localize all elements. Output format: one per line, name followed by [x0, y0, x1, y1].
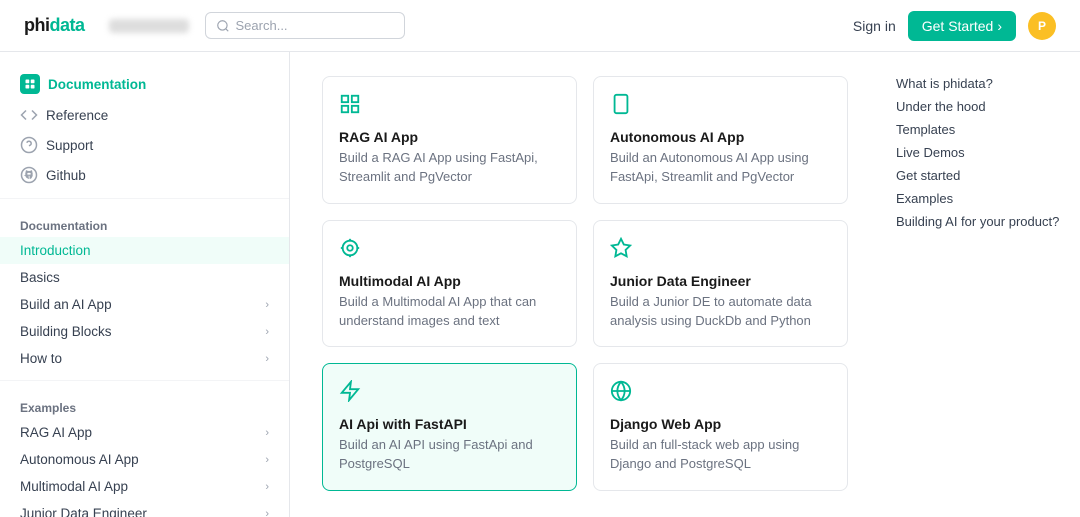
github-icon — [20, 166, 38, 184]
sidebar-divider-2 — [0, 380, 289, 381]
sidebar-label-basics: Basics — [20, 270, 60, 285]
chevron-icon-4: › — [265, 427, 269, 439]
examples-section-label: Examples — [0, 389, 289, 419]
sidebar-label-introduction: Introduction — [20, 243, 91, 258]
sidebar-item-build-ai-app[interactable]: Build an AI App › — [0, 291, 289, 318]
autonomous-card-title: Autonomous AI App — [610, 129, 831, 145]
sidebar-item-github[interactable]: Github — [0, 160, 289, 190]
sidebar-label-junior: Junior Data Engineer — [20, 506, 147, 517]
right-nav-what-is-phidata[interactable]: What is phidata? — [896, 72, 1064, 95]
sidebar-item-junior-data-engineer[interactable]: Junior Data Engineer › — [0, 500, 289, 517]
logo: phidata — [24, 15, 85, 36]
search-placeholder: Search... — [236, 18, 288, 33]
sidebar-label-documentation: Documentation — [48, 77, 146, 92]
right-nav-under-the-hood[interactable]: Under the hood — [896, 95, 1064, 118]
chevron-icon: › — [265, 299, 269, 311]
sidebar-label-how-to: How to — [20, 351, 62, 366]
support-icon — [20, 136, 38, 154]
fastapi-card-title: AI Api with FastAPI — [339, 416, 560, 432]
rag-card-title: RAG AI App — [339, 129, 560, 145]
sidebar-item-reference[interactable]: Reference — [0, 100, 289, 130]
card-rag-ai-app[interactable]: RAG AI App Build a RAG AI App using Fast… — [322, 76, 577, 204]
rag-card-icon — [339, 93, 560, 121]
multimodal-card-icon — [339, 237, 560, 265]
sidebar-label-multimodal: Multimodal AI App — [20, 479, 128, 494]
chevron-icon-6: › — [265, 481, 269, 493]
sidebar-item-introduction[interactable]: Introduction — [0, 237, 289, 264]
card-autonomous-ai-app[interactable]: Autonomous AI App Build an Autonomous AI… — [593, 76, 848, 204]
sidebar-label-building-blocks: Building Blocks — [20, 324, 112, 339]
right-nav-examples[interactable]: Examples — [896, 187, 1064, 210]
search-icon — [216, 19, 230, 33]
body-layout: Documentation Reference Support Github D… — [0, 52, 1080, 517]
sidebar-label-reference: Reference — [46, 108, 108, 123]
card-ai-api-fastapi[interactable]: AI Api with FastAPI Build an AI API usin… — [322, 363, 577, 491]
django-card-desc: Build an full-stack web app using Django… — [610, 436, 831, 474]
multimodal-card-title: Multimodal AI App — [339, 273, 560, 289]
get-started-button[interactable]: Get Started › — [908, 11, 1016, 41]
right-navigation: What is phidata? Under the hood Template… — [880, 52, 1080, 517]
card-junior-data-engineer[interactable]: Junior Data Engineer Build a Junior DE t… — [593, 220, 848, 348]
sidebar-item-basics[interactable]: Basics — [0, 264, 289, 291]
sidebar-label-support: Support — [46, 138, 93, 153]
fastapi-card-icon — [339, 380, 560, 408]
search-box[interactable]: Search... — [205, 12, 405, 39]
junior-card-title: Junior Data Engineer — [610, 273, 831, 289]
autonomous-card-icon — [610, 93, 831, 121]
chevron-icon-3: › — [265, 353, 269, 365]
avatar[interactable]: P — [1028, 12, 1056, 40]
fastapi-card-desc: Build an AI API using FastApi and Postgr… — [339, 436, 560, 474]
sidebar-label-rag: RAG AI App — [20, 425, 92, 440]
junior-card-desc: Build a Junior DE to automate data analy… — [610, 293, 831, 331]
card-multimodal-ai-app[interactable]: Multimodal AI App Build a Multimodal AI … — [322, 220, 577, 348]
reference-icon — [20, 106, 38, 124]
sign-in-button[interactable]: Sign in — [853, 18, 896, 34]
arrow-icon: › — [997, 18, 1002, 34]
chevron-icon-7: › — [265, 508, 269, 517]
right-nav-get-started[interactable]: Get started — [896, 164, 1064, 187]
junior-card-icon — [610, 237, 831, 265]
sidebar-label-autonomous: Autonomous AI App — [20, 452, 139, 467]
autonomous-card-desc: Build an Autonomous AI App using FastApi… — [610, 149, 831, 187]
nav-blurred-item — [109, 19, 189, 33]
sidebar-item-building-blocks[interactable]: Building Blocks › — [0, 318, 289, 345]
right-nav-live-demos[interactable]: Live Demos — [896, 141, 1064, 164]
sidebar: Documentation Reference Support Github D… — [0, 52, 290, 517]
rag-card-desc: Build a RAG AI App using FastApi, Stream… — [339, 149, 560, 187]
sidebar-item-autonomous-ai-app[interactable]: Autonomous AI App › — [0, 446, 289, 473]
card-django-web-app[interactable]: Django Web App Build an full-stack web a… — [593, 363, 848, 491]
chevron-icon-2: › — [265, 326, 269, 338]
docs-section-label: Documentation — [0, 207, 289, 237]
top-navigation: phidata Search... Sign in Get Started › … — [0, 0, 1080, 52]
sidebar-item-support[interactable]: Support — [0, 130, 289, 160]
chevron-icon-5: › — [265, 454, 269, 466]
sidebar-label-github: Github — [46, 168, 86, 183]
right-nav-templates[interactable]: Templates — [896, 118, 1064, 141]
main-content: RAG AI App Build a RAG AI App using Fast… — [290, 52, 880, 517]
sidebar-item-multimodal-ai-app[interactable]: Multimodal AI App › — [0, 473, 289, 500]
sidebar-item-documentation[interactable]: Documentation — [0, 68, 289, 100]
topnav-right: Sign in Get Started › P — [853, 11, 1056, 41]
sidebar-item-rag-ai-app[interactable]: RAG AI App › — [0, 419, 289, 446]
cards-grid: RAG AI App Build a RAG AI App using Fast… — [322, 76, 848, 491]
documentation-icon — [20, 74, 40, 94]
sidebar-label-build-ai-app: Build an AI App — [20, 297, 112, 312]
django-card-title: Django Web App — [610, 416, 831, 432]
sidebar-item-how-to[interactable]: How to › — [0, 345, 289, 372]
django-card-icon — [610, 380, 831, 408]
multimodal-card-desc: Build a Multimodal AI App that can under… — [339, 293, 560, 331]
sidebar-divider-1 — [0, 198, 289, 199]
right-nav-building-ai[interactable]: Building AI for your product? — [896, 210, 1064, 233]
